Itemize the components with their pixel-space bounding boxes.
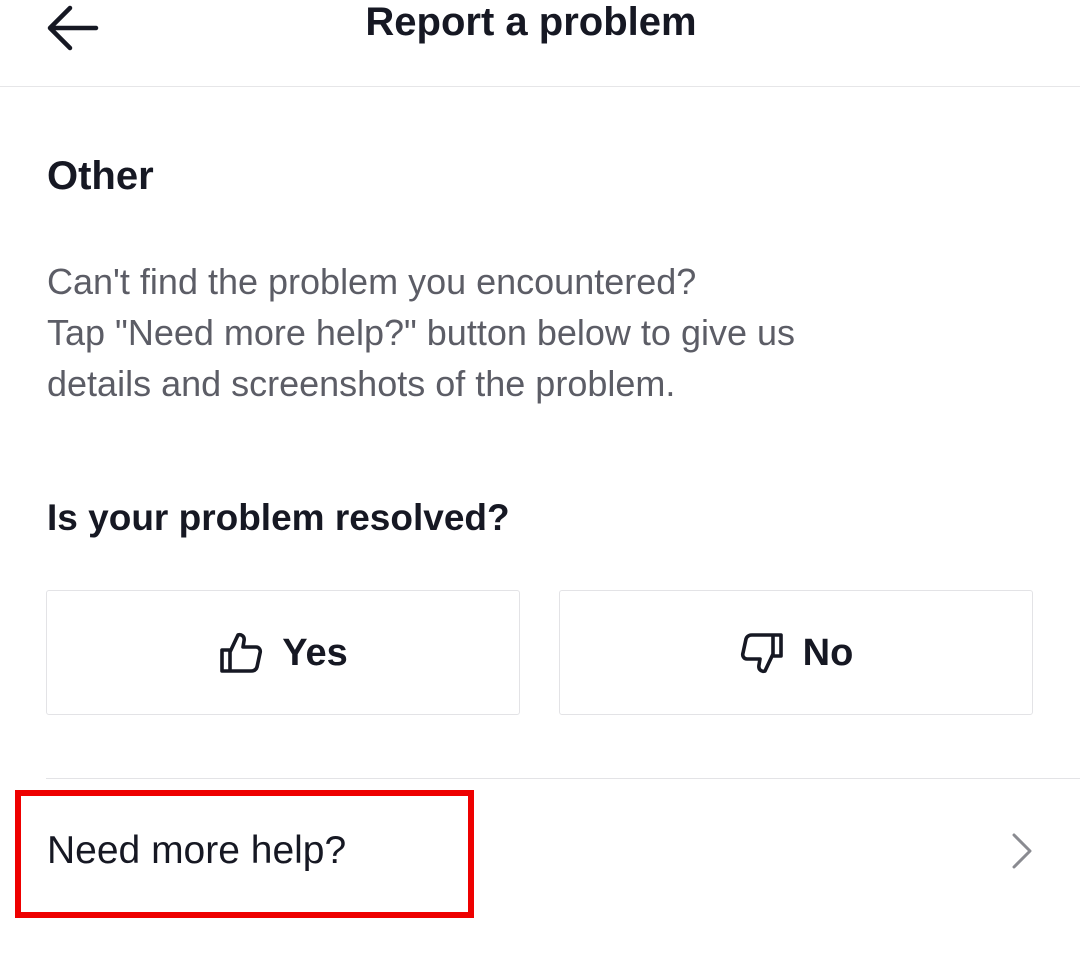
chevron-right-icon (1006, 831, 1038, 871)
section-title: Other (47, 154, 154, 198)
section-description: Can't find the problem you encountered? … (47, 261, 796, 404)
thumbs-up-icon (218, 630, 264, 676)
yes-button[interactable]: Yes (46, 590, 520, 715)
thumbs-down-icon (739, 630, 785, 676)
resolved-question: Is your problem resolved? (47, 497, 510, 538)
need-more-help-row[interactable]: Need more help? (0, 779, 1080, 919)
no-button[interactable]: No (559, 590, 1033, 715)
need-more-help-label: Need more help? (47, 829, 347, 872)
header-bar: Report a problem (0, 0, 1080, 87)
yes-label: Yes (282, 631, 348, 674)
page-title: Report a problem (365, 0, 697, 44)
no-label: No (802, 631, 854, 674)
